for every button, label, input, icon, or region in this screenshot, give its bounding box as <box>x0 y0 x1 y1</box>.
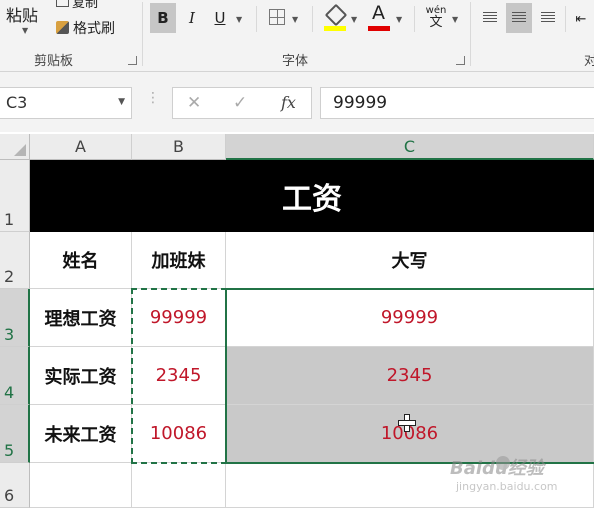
label-cell[interactable]: 理想工资 <box>30 289 132 347</box>
align-divider <box>565 6 566 32</box>
format-painter-label: 格式刷 <box>73 21 115 37</box>
header-cell-uppercase[interactable]: 大写 <box>226 232 594 289</box>
paste-dropdown-icon[interactable]: ▼ <box>22 26 28 35</box>
align-left-button[interactable] <box>477 3 503 33</box>
name-box-value: C3 <box>6 93 28 112</box>
font-launcher-icon[interactable] <box>456 56 465 65</box>
borders-button[interactable] <box>264 3 290 33</box>
clipboard-launcher-icon[interactable] <box>128 56 137 65</box>
font-divider <box>414 6 415 32</box>
empty-cell[interactable] <box>132 463 226 508</box>
formula-value: 99999 <box>333 93 388 113</box>
font-divider <box>312 6 313 32</box>
column-header-a[interactable]: A <box>30 134 132 160</box>
watermark-url: jingyan.baidu.com <box>456 480 558 493</box>
watermark-brand: Baidu经验 <box>450 458 544 479</box>
underline-button[interactable]: U <box>207 3 233 33</box>
header-cell-overtime[interactable]: 加班妹 <box>132 232 226 289</box>
formula-bar-grip[interactable]: ⋮ <box>146 91 160 105</box>
brush-icon <box>56 21 69 34</box>
paste-button[interactable]: 粘贴 <box>6 2 38 26</box>
clipboard-group-label: 剪贴板 <box>34 54 74 69</box>
format-painter-button[interactable]: 格式刷 <box>56 18 115 38</box>
row-header-6[interactable]: 6 <box>0 463 30 508</box>
align-right-icon <box>541 12 555 23</box>
italic-button[interactable]: I <box>179 3 205 33</box>
copy-label: 复制 <box>72 0 99 11</box>
font-color-button[interactable]: A <box>366 1 392 31</box>
copy-marquee <box>131 288 227 464</box>
formula-buttons: ✕ ✓ fx <box>172 87 312 119</box>
select-all-button[interactable] <box>0 134 30 160</box>
phonetic-char: 文 <box>429 15 443 30</box>
bold-button[interactable]: B <box>150 3 176 33</box>
row-header-4[interactable]: 4 <box>0 347 30 405</box>
column-header-c[interactable]: C <box>226 134 594 160</box>
copy-button[interactable]: 复制 <box>56 0 98 11</box>
header-cell-name[interactable]: 姓名 <box>30 232 132 289</box>
select-all-triangle-icon <box>14 144 26 156</box>
align-left-icon <box>483 12 497 23</box>
borders-dropdown-icon[interactable]: ▼ <box>292 15 298 24</box>
font-divider <box>256 6 257 32</box>
group-divider <box>470 2 471 66</box>
row-header-2[interactable]: 2 <box>0 232 30 289</box>
cursor-cross-icon <box>398 414 416 432</box>
copy-icon <box>56 0 69 7</box>
alignment-group-label: 对 <box>584 54 594 69</box>
font-color-dropdown-icon[interactable]: ▼ <box>396 15 402 24</box>
ribbon: 粘贴 ▼ 复制 格式刷 剪贴板 B I U ▼ ▼ ▼ A ▼ wén 文 ▼ … <box>0 0 594 72</box>
cancel-icon[interactable]: ✕ <box>187 93 201 113</box>
name-box[interactable]: C3 ▼ <box>0 87 132 119</box>
watermark: Baidu经验 jingyan.baidu.com <box>450 452 590 502</box>
row-header-1[interactable]: 1 <box>0 160 30 232</box>
align-center-button[interactable] <box>506 3 532 33</box>
insert-function-icon[interactable]: fx <box>281 93 296 112</box>
formula-input[interactable]: 99999 <box>320 87 594 119</box>
name-box-dropdown-icon[interactable]: ▼ <box>118 97 125 107</box>
row-header-5[interactable]: 5 <box>0 405 30 463</box>
enter-icon[interactable]: ✓ <box>233 93 247 113</box>
indent-icon: ⇤ <box>575 12 587 27</box>
fill-color-dropdown-icon[interactable]: ▼ <box>351 15 357 24</box>
borders-icon <box>269 9 285 25</box>
font-color-bar <box>368 26 390 31</box>
phonetic-button[interactable]: wén 文 <box>422 1 450 31</box>
label-cell[interactable]: 实际工资 <box>30 347 132 405</box>
row-header-3[interactable]: 3 <box>0 289 30 347</box>
title-cell[interactable]: 工资 <box>30 160 594 232</box>
fill-color-button[interactable] <box>322 3 348 33</box>
label-cell[interactable]: 未来工资 <box>30 405 132 463</box>
fill-color-bar <box>324 26 346 31</box>
phonetic-dropdown-icon[interactable]: ▼ <box>452 15 458 24</box>
align-right-button[interactable] <box>535 3 561 33</box>
empty-cell[interactable] <box>30 463 132 508</box>
column-header-b[interactable]: B <box>132 134 226 160</box>
indent-button[interactable]: ⇤ <box>570 3 592 33</box>
selection-range-border <box>225 288 594 464</box>
font-color-glyph: A <box>372 2 385 24</box>
paint-bucket-icon <box>324 3 348 27</box>
group-divider <box>142 2 143 66</box>
underline-dropdown-icon[interactable]: ▼ <box>236 15 242 24</box>
font-group-label: 字体 <box>282 54 309 69</box>
align-center-icon <box>512 12 526 23</box>
